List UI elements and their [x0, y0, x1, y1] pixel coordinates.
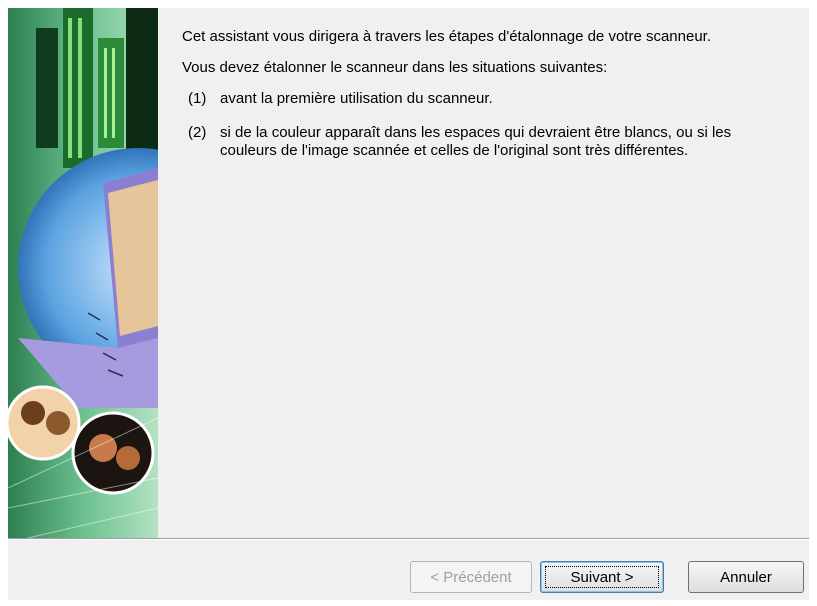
next-button-label: Suivant > — [545, 566, 659, 588]
list-item-number: (1) — [188, 90, 207, 107]
intro-paragraph: Cet assistant vous dirigera à travers le… — [182, 28, 712, 45]
previous-button[interactable]: < Précédent — [410, 561, 532, 593]
next-button[interactable]: Suivant > — [540, 561, 664, 593]
list-item: (1) avant la première utilisation du sca… — [188, 90, 772, 108]
list-item: (2) si de la couleur apparaît dans les e… — [188, 124, 772, 160]
situations-heading: Vous devez étalonner le scanneur dans le… — [182, 59, 608, 76]
cancel-button-label: Annuler — [720, 568, 772, 586]
list-item-text: si de la couleur apparaît dans les espac… — [220, 124, 732, 159]
list-item-number: (2) — [188, 124, 207, 141]
wizard-content: Cet assistant vous dirigera à travers le… — [182, 28, 772, 176]
cancel-button[interactable]: Annuler — [688, 561, 804, 593]
wizard-banner-image — [8, 8, 158, 538]
list-item-text: avant la première utilisation du scanneu… — [220, 90, 493, 107]
previous-button-label: < Précédent — [430, 568, 512, 586]
calibration-wizard-dialog: Cet assistant vous dirigera à travers le… — [8, 8, 809, 600]
button-area-separator — [8, 538, 809, 540]
